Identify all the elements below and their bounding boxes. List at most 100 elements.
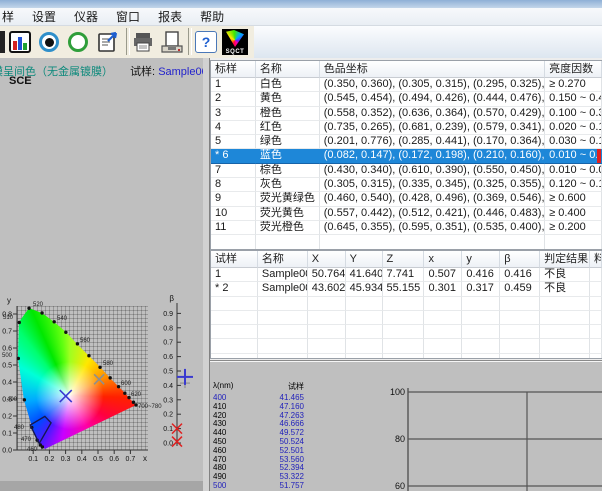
column-header[interactable]: 料 bbox=[590, 251, 602, 268]
spectral-value: 51.757 bbox=[270, 481, 304, 490]
bar-chart-icon bbox=[9, 31, 31, 53]
column-header[interactable]: Y bbox=[346, 251, 383, 268]
table-row[interactable]: 1白色(0.350, 0.360), (0.305, 0.315), (0.29… bbox=[211, 78, 602, 92]
cell bbox=[308, 297, 346, 311]
cell: (0.645, 0.355), (0.595, 0.351), (0.535, … bbox=[320, 221, 545, 235]
table-row[interactable]: 7棕色(0.430, 0.340), (0.610, 0.390), (0.55… bbox=[211, 164, 602, 178]
cell: 50.764 bbox=[308, 268, 346, 282]
printer-icon bbox=[131, 30, 155, 54]
sqct-logo-button[interactable]: SQCT bbox=[222, 29, 248, 55]
cell bbox=[256, 235, 320, 249]
print-preview-button[interactable] bbox=[159, 29, 185, 55]
empty-circle-icon bbox=[68, 32, 88, 52]
column-header[interactable]: x bbox=[424, 251, 462, 268]
sqct-logo-icon: SQCT bbox=[222, 29, 248, 55]
menu-item-4[interactable]: 报表 bbox=[149, 7, 191, 26]
chart-button[interactable] bbox=[7, 29, 33, 55]
empty-row[interactable] bbox=[211, 339, 602, 353]
cell: (0.082, 0.147), (0.172, 0.198), (0.210, … bbox=[320, 149, 545, 163]
menu-item-5[interactable]: 帮助 bbox=[191, 7, 233, 26]
table-row[interactable]: 11荧光橙色(0.645, 0.355), (0.595, 0.351), (0… bbox=[211, 221, 602, 235]
cell bbox=[540, 297, 590, 311]
table-row[interactable]: * 2Sample00243.60245.93455.1550.3010.317… bbox=[211, 282, 602, 296]
panel-splitter[interactable] bbox=[203, 58, 210, 491]
wavelength-value: 460 bbox=[213, 446, 226, 455]
table-row[interactable]: * 6蓝色(0.082, 0.147), (0.172, 0.198), (0.… bbox=[211, 149, 602, 163]
cell bbox=[424, 339, 462, 353]
cell: Sample001 bbox=[258, 268, 308, 282]
table-row[interactable]: 4红色(0.735, 0.265), (0.681, 0.239), (0.57… bbox=[211, 121, 602, 135]
column-header[interactable]: Z bbox=[383, 251, 425, 268]
cell: 0.317 bbox=[462, 282, 500, 296]
column-header[interactable]: 色品坐标 bbox=[320, 61, 545, 78]
table-row[interactable]: 9荧光黄绿色(0.460, 0.540), (0.428, 0.496), (0… bbox=[211, 192, 602, 206]
table-row[interactable]: 8灰色(0.305, 0.315), (0.335, 0.345), (0.32… bbox=[211, 178, 602, 192]
cell bbox=[211, 339, 258, 353]
column-header[interactable]: 名称 bbox=[256, 61, 320, 78]
cell: 3 bbox=[211, 107, 256, 121]
cell bbox=[308, 354, 346, 359]
empty-row[interactable] bbox=[211, 354, 602, 359]
clipped-toolbar-icon[interactable] bbox=[0, 31, 5, 53]
cell bbox=[258, 311, 308, 325]
empty-row[interactable] bbox=[211, 311, 602, 325]
table-row[interactable]: 2黄色(0.545, 0.454), (0.494, 0.426), (0.44… bbox=[211, 92, 602, 106]
menu-item-3[interactable]: 窗口 bbox=[107, 7, 149, 26]
empty-row[interactable] bbox=[211, 235, 602, 249]
spectral-value: 50.524 bbox=[270, 437, 304, 446]
table-row[interactable]: 3橙色(0.558, 0.352), (0.636, 0.364), (0.57… bbox=[211, 107, 602, 121]
column-header[interactable]: 标样 bbox=[211, 61, 256, 78]
spectral-value: 52.501 bbox=[270, 446, 304, 455]
table-row[interactable]: 1Sample00150.76441.6407.7410.5070.4160.4… bbox=[211, 268, 602, 282]
cell bbox=[590, 354, 602, 359]
cell: 0.301 bbox=[424, 282, 462, 296]
spectral-panel: λ(nm)试样40041.46541047.16042047.26343046.… bbox=[210, 360, 602, 491]
cell: 0.507 bbox=[424, 268, 462, 282]
chromaticity-panel: 膜呈间色（无金属镀膜） 试样: Sample002 SCE bbox=[0, 58, 203, 491]
cell bbox=[500, 325, 540, 339]
table-row[interactable]: 10荧光黄色(0.557, 0.442), (0.512, 0.421), (0… bbox=[211, 207, 602, 221]
print-button[interactable] bbox=[130, 29, 156, 55]
table-row[interactable]: 5绿色(0.201, 0.776), (0.285, 0.441), (0.17… bbox=[211, 135, 602, 149]
spectral-value: 47.160 bbox=[270, 402, 304, 411]
cell bbox=[383, 297, 425, 311]
menu-item-1[interactable]: 设置 bbox=[23, 7, 65, 26]
cell bbox=[424, 311, 462, 325]
measure-standard-button[interactable] bbox=[36, 29, 62, 55]
menu-item-0[interactable]: 样 bbox=[0, 7, 23, 26]
empty-row[interactable] bbox=[211, 297, 602, 311]
cell: 7.741 bbox=[383, 268, 425, 282]
cell bbox=[211, 235, 256, 249]
measure-sample-button[interactable] bbox=[65, 29, 91, 55]
column-header[interactable]: 亮度因数 bbox=[545, 61, 602, 78]
help-button[interactable]: ? bbox=[193, 29, 219, 55]
cell bbox=[346, 311, 383, 325]
column-header[interactable]: β bbox=[500, 251, 540, 268]
cell: 灰色 bbox=[256, 178, 320, 192]
cell: 0.030 ~ 0.120 bbox=[545, 135, 602, 149]
menu-item-2[interactable]: 仪器 bbox=[65, 7, 107, 26]
spectral-value: 52.394 bbox=[270, 463, 304, 472]
toolbar: ? SQCT bbox=[0, 26, 602, 59]
cell bbox=[258, 354, 308, 359]
column-header[interactable]: 名称 bbox=[258, 251, 308, 268]
cell: 荧光黄色 bbox=[256, 207, 320, 221]
spectral-value: 41.465 bbox=[270, 393, 304, 402]
wavelength-value: 430 bbox=[213, 419, 226, 428]
wavelength-header: λ(nm) bbox=[213, 381, 233, 390]
question-mark-icon: ? bbox=[195, 31, 217, 53]
cell: * 6 bbox=[211, 149, 256, 163]
column-header[interactable]: X bbox=[308, 251, 346, 268]
cell: ≥ 0.200 bbox=[545, 221, 602, 235]
table-header-row: 试样名称XYZxyβ判定结果料 bbox=[211, 251, 602, 268]
empty-row[interactable] bbox=[211, 325, 602, 339]
report-export-button[interactable] bbox=[95, 29, 121, 55]
column-header[interactable]: 判定结果 bbox=[540, 251, 590, 268]
spectral-value: 53.322 bbox=[270, 472, 304, 481]
column-header[interactable]: 试样 bbox=[211, 251, 258, 268]
cell: 43.602 bbox=[308, 282, 346, 296]
cell bbox=[211, 311, 258, 325]
cell: 9 bbox=[211, 192, 256, 206]
column-header[interactable]: y bbox=[462, 251, 500, 268]
cell: (0.201, 0.776), (0.285, 0.441), (0.170, … bbox=[320, 135, 545, 149]
